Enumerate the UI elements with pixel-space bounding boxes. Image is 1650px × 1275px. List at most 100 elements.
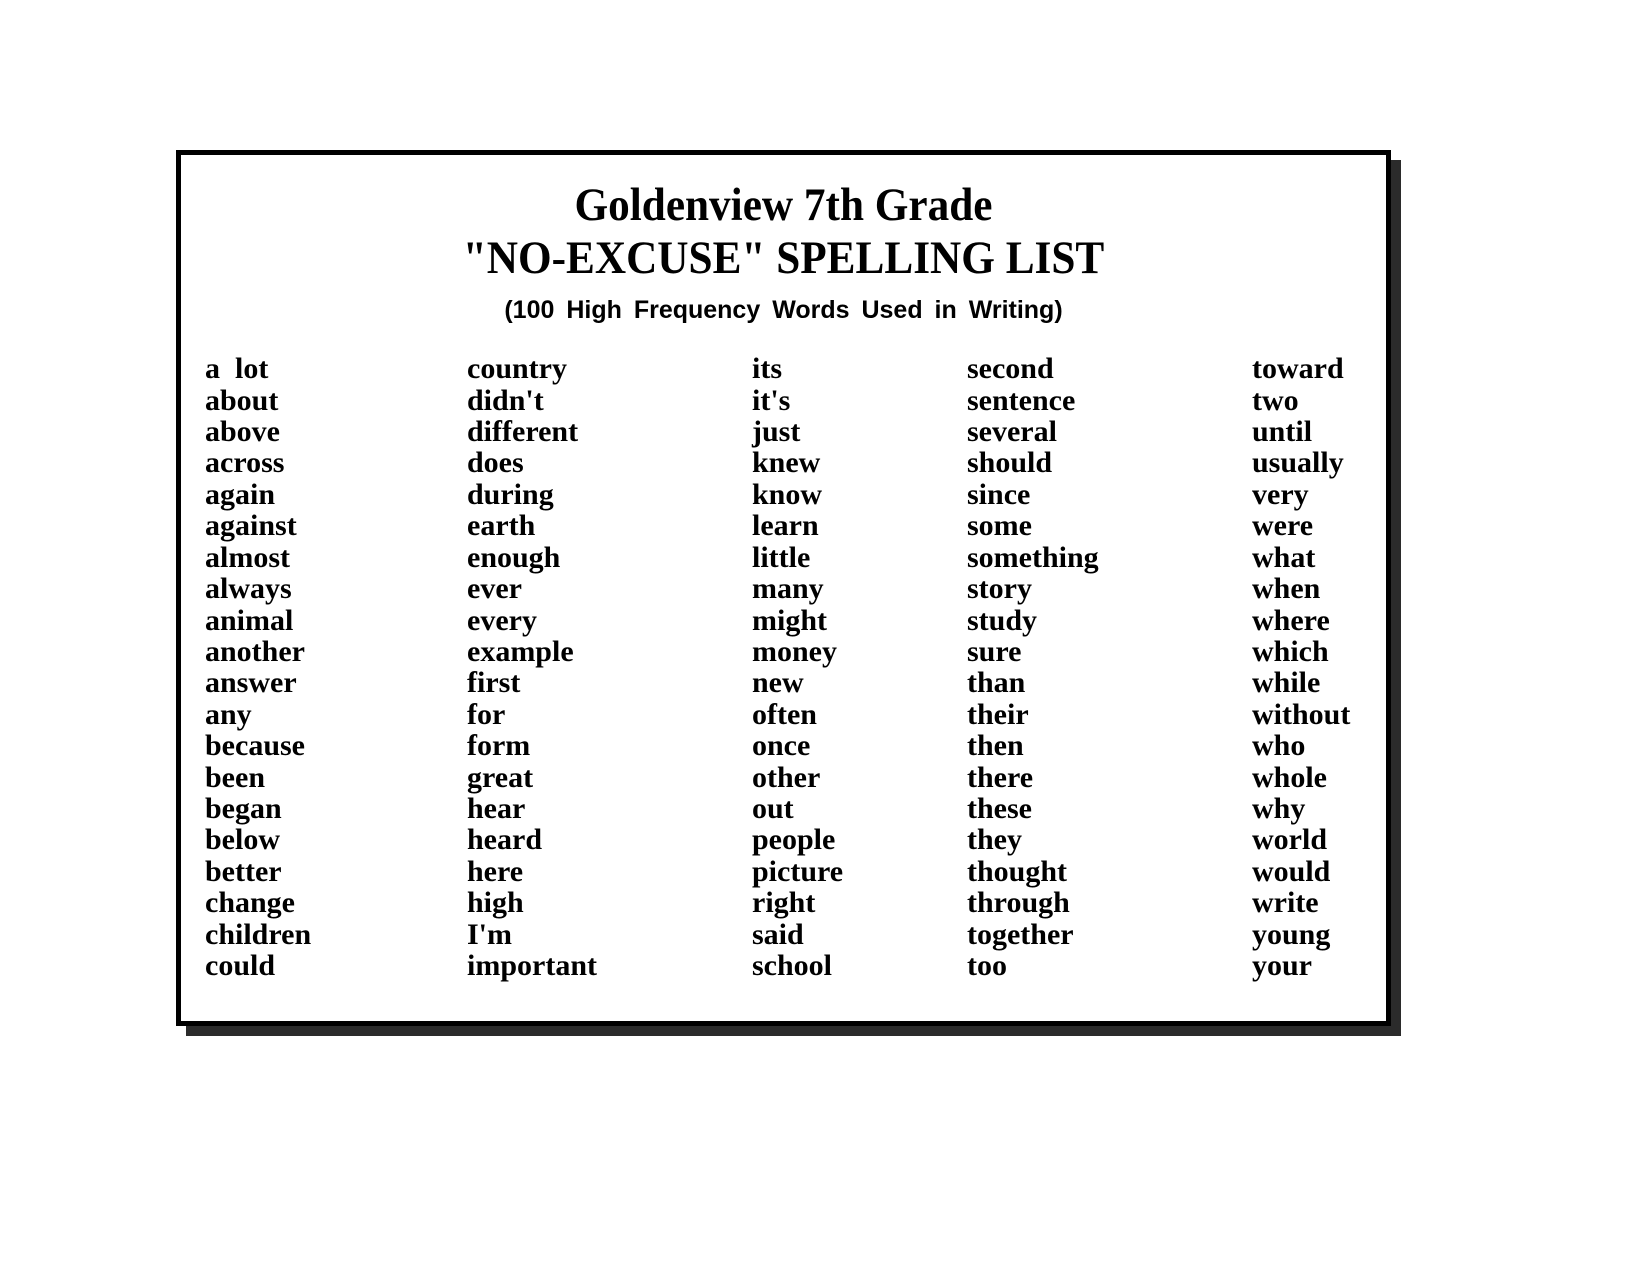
word-item: example (467, 634, 574, 668)
page-title-line-2: "NO-EXCUSE" SPELLING LIST (462, 231, 1105, 284)
word-item: right (752, 886, 816, 920)
word-item: hear (467, 791, 526, 825)
word-column-1: a lot about above across again against a… (205, 352, 467, 982)
word-item: first (467, 666, 521, 700)
word-item: its (752, 352, 782, 386)
spelling-list-frame: Goldenview 7th Grade "NO-EXCUSE" SPELLIN… (176, 150, 1391, 1026)
word-item: should (967, 446, 1053, 480)
page-title-line-1: Goldenview 7th Grade (574, 179, 993, 231)
word-item: picture (752, 854, 844, 888)
title-block: Goldenview 7th Grade "NO-EXCUSE" SPELLIN… (181, 155, 1386, 325)
word-item: these (967, 791, 1032, 825)
word-item: which (1252, 634, 1329, 668)
word-item: sure (967, 634, 1022, 668)
word-item: sentence (967, 383, 1076, 417)
word-item: below (205, 823, 280, 857)
word-item: out (752, 791, 794, 825)
word-item: your (1252, 948, 1312, 982)
word-item: money (752, 634, 837, 668)
word-item: enough (467, 540, 561, 574)
word-item: without (1252, 697, 1351, 731)
word-item: change (205, 886, 295, 920)
word-item: new (752, 666, 804, 700)
word-item: world (1252, 823, 1327, 857)
word-item: several (967, 415, 1057, 449)
word-item: people (752, 823, 836, 857)
word-columns: a lot about above across again against a… (181, 352, 1386, 982)
word-item: better (205, 854, 282, 888)
word-column-5: toward two until usually very were what … (1252, 352, 1432, 982)
word-item: little (752, 540, 811, 574)
word-item: learn (752, 509, 819, 543)
word-item: knew (752, 446, 821, 480)
word-item: there (967, 760, 1034, 794)
word-item: animal (205, 603, 294, 637)
word-item: thought (967, 854, 1068, 888)
word-item: here (467, 854, 524, 888)
word-column-3: its it's just knew know learn little man… (752, 352, 967, 982)
word-item: against (205, 509, 297, 543)
word-item: why (1252, 791, 1306, 825)
word-item: a lot (205, 352, 269, 386)
word-item: their (967, 697, 1029, 731)
word-item: than (967, 666, 1026, 700)
word-item: might (752, 603, 827, 637)
word-item: because (205, 729, 305, 763)
word-item: about (205, 383, 279, 417)
word-item: whole (1252, 760, 1327, 794)
word-item: would (1252, 854, 1331, 888)
word-item: very (1252, 477, 1309, 511)
word-item: second (967, 352, 1054, 386)
word-item: ever (467, 572, 522, 606)
word-item: when (1252, 572, 1321, 606)
word-item: said (752, 917, 804, 951)
word-item: too (967, 948, 1007, 982)
word-item: I'm (467, 917, 512, 951)
word-item: country (467, 352, 567, 386)
word-item: many (752, 572, 824, 606)
word-item: where (1252, 603, 1330, 637)
word-item: for (467, 697, 506, 731)
word-item: it's (752, 383, 791, 417)
word-item: story (967, 572, 1032, 606)
word-item: write (1252, 886, 1319, 920)
word-item: children (205, 917, 312, 951)
word-column-4: second sentence several should since som… (967, 352, 1252, 982)
word-item: something (967, 540, 1099, 574)
word-column-2: country didn't different does during ear… (467, 352, 752, 982)
word-item: what (1252, 540, 1316, 574)
word-item: study (967, 603, 1038, 637)
page-root: Goldenview 7th Grade "NO-EXCUSE" SPELLIN… (0, 0, 1650, 1275)
word-item: two (1252, 383, 1299, 417)
word-item: any (205, 697, 252, 731)
word-item: they (967, 823, 1022, 857)
word-item: together (967, 917, 1074, 951)
word-item: through (967, 886, 1070, 920)
word-item: young (1252, 917, 1331, 951)
word-item: know (752, 477, 823, 511)
word-item: form (467, 729, 531, 763)
word-item: just (752, 415, 801, 449)
word-item: again (205, 477, 276, 511)
word-item: then (967, 729, 1024, 763)
word-item: above (205, 415, 280, 449)
page-subtitle: (100 High Frequency Words Used in Writin… (504, 296, 1063, 325)
word-item: heard (467, 823, 542, 857)
word-item: every (467, 603, 537, 637)
word-item: does (467, 446, 524, 480)
word-item: another (205, 634, 305, 668)
word-item: answer (205, 666, 297, 700)
word-item: almost (205, 540, 290, 574)
word-item: until (1252, 415, 1313, 449)
word-item: usually (1252, 446, 1344, 480)
word-item: high (467, 886, 524, 920)
word-item: once (752, 729, 811, 763)
word-item: been (205, 760, 265, 794)
word-item: across (205, 446, 285, 480)
word-item: some (967, 509, 1032, 543)
word-item: toward (1252, 352, 1344, 386)
word-item: didn't (467, 383, 544, 417)
word-item: earth (467, 509, 536, 543)
word-item: during (467, 477, 554, 511)
word-item: while (1252, 666, 1321, 700)
